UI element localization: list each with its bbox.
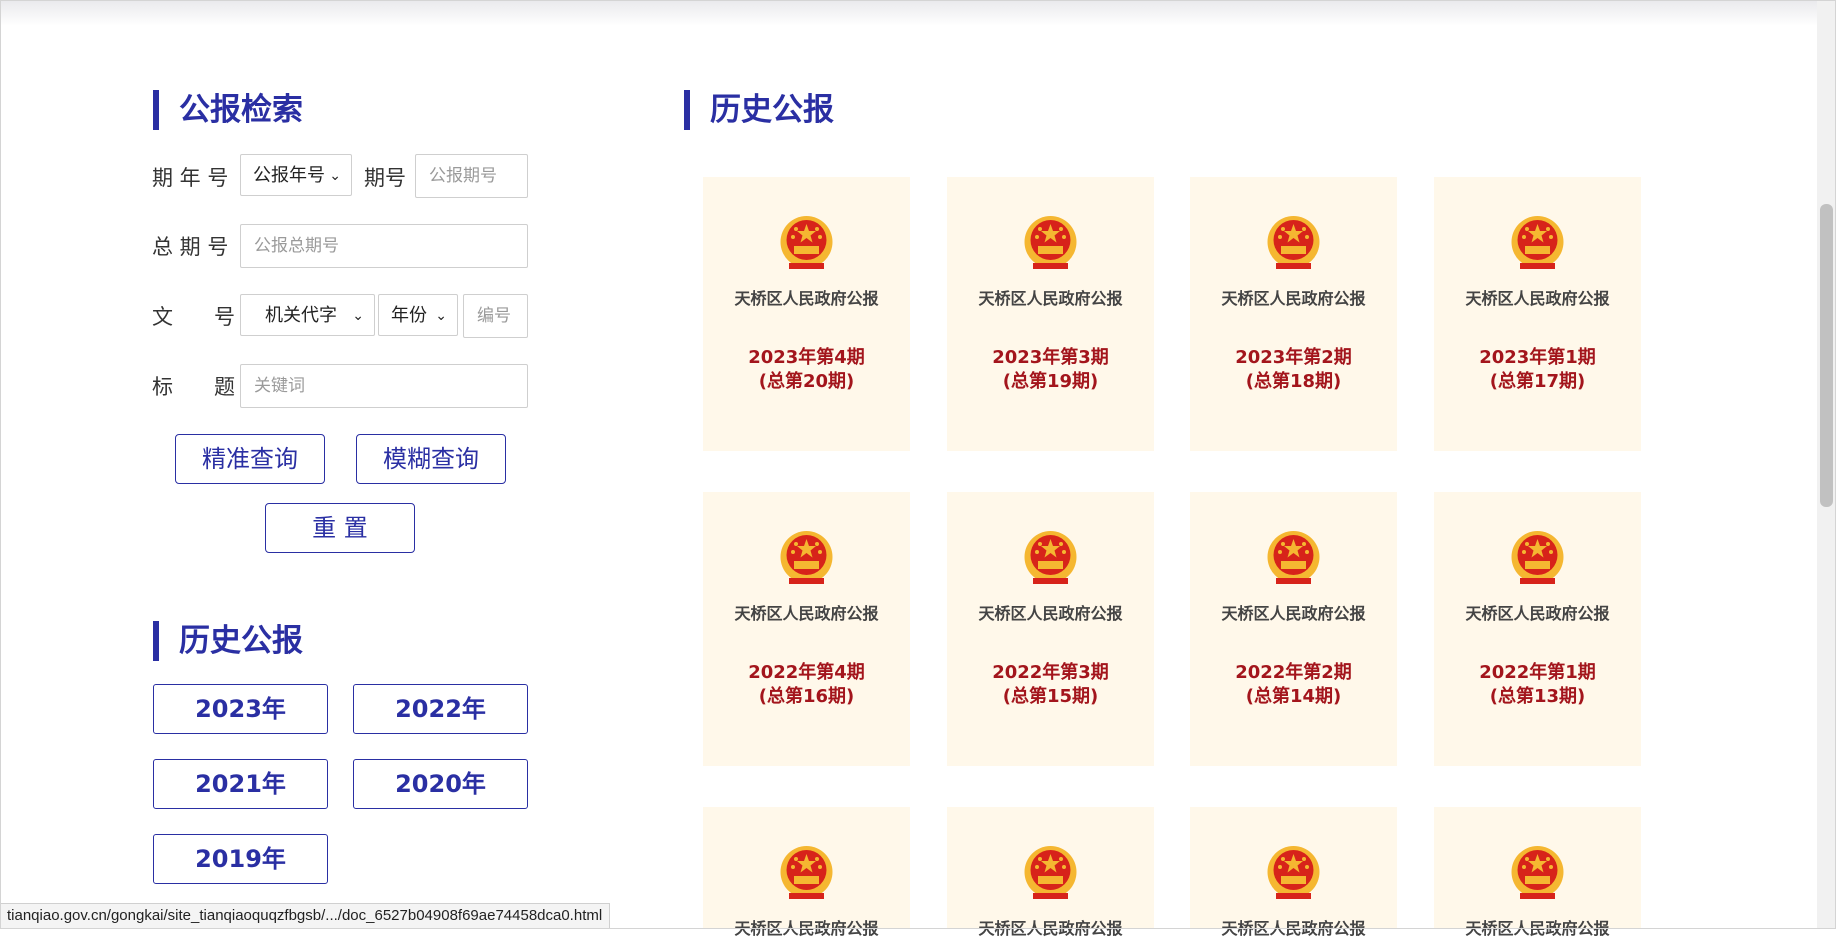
bulletin-name: 天桥区人民政府公报 xyxy=(1465,604,1610,623)
bulletin-card[interactable]: 天桥区人民政府公报 2023年第2期 (总第18期) xyxy=(1190,177,1397,451)
bulletin-issue: 2022年第2期 xyxy=(1235,662,1352,683)
bulletin-name: 天桥区人民政府公报 xyxy=(978,604,1123,623)
bulletin-year-select-value: 公报年号 xyxy=(253,165,325,186)
bulletin-name: 天桥区人民政府公报 xyxy=(1465,919,1610,938)
bulletin-issue: 2022年第3期 xyxy=(992,662,1109,683)
national-emblem-icon xyxy=(1511,846,1564,899)
period-year-label: 期 年 号 xyxy=(152,166,229,190)
total-issue-input[interactable]: 公报总期号 xyxy=(240,224,528,268)
search-section-title: 公报检索 xyxy=(153,90,303,130)
year-button-2023[interactable]: 2023年 xyxy=(153,684,328,734)
reset-button[interactable]: 重 置 xyxy=(265,503,415,553)
bulletin-card[interactable]: 天桥区人民政府公报 2022年第1期 (总第13期) xyxy=(1434,492,1641,766)
bulletin-total-issue: (总第19期) xyxy=(1002,371,1099,392)
bulletin-name: 天桥区人民政府公报 xyxy=(978,919,1123,938)
national-emblem-icon xyxy=(780,531,833,584)
national-emblem-icon xyxy=(1511,531,1564,584)
chevron-down-icon: ⌄ xyxy=(435,308,447,324)
history-sidebar-title: 历史公报 xyxy=(153,621,303,661)
bulletin-name: 天桥区人民政府公报 xyxy=(1221,289,1366,308)
total-issue-label: 总 期 号 xyxy=(152,235,229,259)
bulletin-issue: 2022年第1期 xyxy=(1479,662,1596,683)
bulletin-total-issue: (总第16期) xyxy=(758,686,855,707)
status-bar-url: tianqiao.gov.cn/gongkai/site_tianqiaoquq… xyxy=(0,903,611,929)
issue-number-label: 期号 xyxy=(364,166,406,190)
bulletin-card[interactable]: 天桥区人民政府公报 2022年第4期 (总第16期) xyxy=(703,492,910,766)
bulletin-total-issue: (总第18期) xyxy=(1245,371,1342,392)
national-emblem-icon xyxy=(1024,216,1077,269)
year-button-2020[interactable]: 2020年 xyxy=(353,759,528,809)
vertical-scrollbar[interactable] xyxy=(1817,0,1836,929)
subject-label-second: 题 xyxy=(214,375,235,399)
history-main-title: 历史公报 xyxy=(684,90,834,130)
bulletin-name: 天桥区人民政府公报 xyxy=(734,289,879,308)
doc-year-select[interactable]: 年份 ⌄ xyxy=(378,294,458,336)
bulletin-year-select[interactable]: 公报年号 ⌄ xyxy=(240,154,352,196)
bulletin-card[interactable]: 天桥区人民政府公报 2022年第2期 (总第14期) xyxy=(1190,492,1397,766)
national-emblem-icon xyxy=(780,846,833,899)
chevron-down-icon: ⌄ xyxy=(352,308,364,324)
bulletin-issue: 2022年第4期 xyxy=(748,662,865,683)
bulletin-card[interactable]: 天桥区人民政府公报 xyxy=(947,807,1154,938)
subject-label-first: 标 xyxy=(152,375,173,399)
agency-code-select-value: 机关代字 xyxy=(265,305,337,326)
issue-number-input[interactable]: 公报期号 xyxy=(415,154,528,198)
scrollbar-thumb[interactable] xyxy=(1820,204,1833,507)
agency-code-select[interactable]: 机关代字 ⌄ xyxy=(240,294,375,336)
bulletin-issue: 2023年第3期 xyxy=(992,347,1109,368)
doc-number-label-second: 号 xyxy=(214,305,235,329)
year-button-2021[interactable]: 2021年 xyxy=(153,759,328,809)
bulletin-total-issue: (总第20期) xyxy=(758,371,855,392)
bulletin-card[interactable]: 天桥区人民政府公报 2023年第4期 (总第20期) xyxy=(703,177,910,451)
bulletin-card[interactable]: 天桥区人民政府公报 2022年第3期 (总第15期) xyxy=(947,492,1154,766)
bulletin-card[interactable]: 天桥区人民政府公报 xyxy=(1434,807,1641,938)
bulletin-total-issue: (总第17期) xyxy=(1489,371,1586,392)
national-emblem-icon xyxy=(1024,531,1077,584)
browser-top-shadow xyxy=(0,0,1836,26)
national-emblem-icon xyxy=(1511,216,1564,269)
national-emblem-icon xyxy=(1267,846,1320,899)
bulletin-name: 天桥区人民政府公报 xyxy=(1221,604,1366,623)
bulletin-total-issue: (总第14期) xyxy=(1245,686,1342,707)
bulletin-card[interactable]: 天桥区人民政府公报 2023年第1期 (总第17期) xyxy=(1434,177,1641,451)
bulletin-issue: 2023年第4期 xyxy=(748,347,865,368)
doc-number-label-first: 文 xyxy=(152,305,173,329)
national-emblem-icon xyxy=(780,216,833,269)
bulletin-total-issue: (总第13期) xyxy=(1489,686,1586,707)
national-emblem-icon xyxy=(1024,846,1077,899)
keyword-input[interactable]: 关键词 xyxy=(240,364,528,408)
bulletin-name: 天桥区人民政府公报 xyxy=(734,919,879,938)
bulletin-name: 天桥区人民政府公报 xyxy=(1221,919,1366,938)
bulletin-total-issue: (总第15期) xyxy=(1002,686,1099,707)
chevron-down-icon: ⌄ xyxy=(329,168,341,184)
bulletin-issue: 2023年第1期 xyxy=(1479,347,1596,368)
fuzzy-search-button[interactable]: 模糊查询 xyxy=(356,434,506,484)
exact-search-button[interactable]: 精准查询 xyxy=(175,434,325,484)
doc-serial-input[interactable]: 编号 xyxy=(463,294,528,338)
bulletin-name: 天桥区人民政府公报 xyxy=(978,289,1123,308)
national-emblem-icon xyxy=(1267,531,1320,584)
bulletin-card[interactable]: 天桥区人民政府公报 2023年第3期 (总第19期) xyxy=(947,177,1154,451)
national-emblem-icon xyxy=(1267,216,1320,269)
bulletin-card[interactable]: 天桥区人民政府公报 xyxy=(703,807,910,938)
bulletin-name: 天桥区人民政府公报 xyxy=(1465,289,1610,308)
bulletin-name: 天桥区人民政府公报 xyxy=(734,604,879,623)
bulletin-card[interactable]: 天桥区人民政府公报 xyxy=(1190,807,1397,938)
year-button-2022[interactable]: 2022年 xyxy=(353,684,528,734)
doc-year-select-value: 年份 xyxy=(391,305,427,326)
bulletin-issue: 2023年第2期 xyxy=(1235,347,1352,368)
year-button-2019[interactable]: 2019年 xyxy=(153,834,328,884)
